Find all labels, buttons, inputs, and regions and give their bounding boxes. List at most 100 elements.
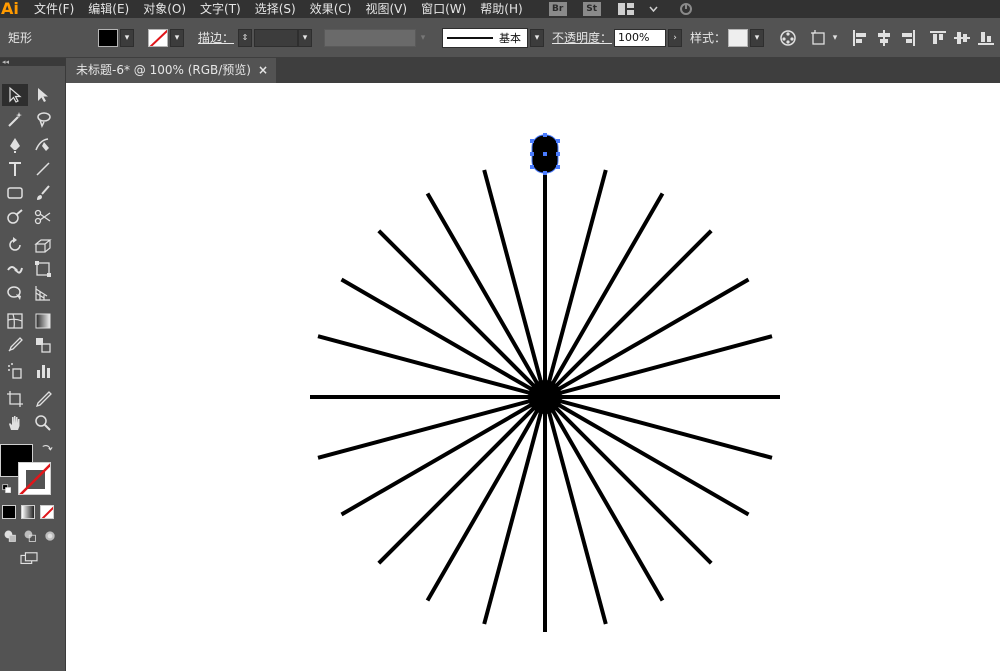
gpu-performance-icon[interactable] xyxy=(677,2,695,16)
fill-color-swatch[interactable] xyxy=(98,28,118,47)
shaper-tool-icon[interactable] xyxy=(2,206,28,228)
line-segment-tool-icon[interactable] xyxy=(30,158,56,180)
menu-select[interactable]: 选择(S) xyxy=(255,0,296,18)
stock-button[interactable]: St xyxy=(582,2,601,16)
fill-dropdown-chevron-icon[interactable]: ▾ xyxy=(120,28,134,47)
pen-tool-icon[interactable] xyxy=(2,134,28,156)
center-point-handle[interactable] xyxy=(543,152,547,156)
scissors-tool-icon[interactable] xyxy=(30,206,56,228)
hand-tool-icon[interactable] xyxy=(2,412,28,434)
burst-ray[interactable] xyxy=(482,169,547,398)
eyedropper-tool-icon[interactable] xyxy=(2,334,28,356)
burst-ray[interactable] xyxy=(317,334,546,399)
screen-mode-icon[interactable] xyxy=(16,548,42,570)
anchor-handle[interactable] xyxy=(556,152,560,156)
default-fill-stroke-icon[interactable] xyxy=(0,482,14,496)
align-right-icon[interactable] xyxy=(898,28,918,48)
variable-width-profile[interactable] xyxy=(324,28,417,47)
selection-tool-icon[interactable] xyxy=(2,84,28,106)
align-left-icon[interactable] xyxy=(850,28,870,48)
align-top-icon[interactable] xyxy=(928,28,948,48)
opacity-chevron-icon[interactable]: › xyxy=(668,28,683,47)
chevron-down-icon[interactable] xyxy=(645,2,663,16)
swap-fill-stroke-icon[interactable] xyxy=(40,442,54,456)
menu-edit[interactable]: 编辑(E) xyxy=(88,0,129,18)
symbol-sprayer-tool-icon[interactable] xyxy=(2,360,28,382)
align-horizontal-center-icon[interactable] xyxy=(874,28,894,48)
menu-effect[interactable]: 效果(C) xyxy=(310,0,352,18)
burst-ray[interactable] xyxy=(544,334,773,399)
menu-file[interactable]: 文件(F) xyxy=(34,0,74,18)
stroke-color-box[interactable] xyxy=(18,462,51,495)
burst-ray[interactable] xyxy=(543,169,608,398)
anchor-handle[interactable] xyxy=(556,165,560,169)
graphic-style-chevron-icon[interactable]: ▾ xyxy=(750,28,765,47)
zoom-tool-icon[interactable] xyxy=(30,412,56,434)
stroke-weight-chevron-icon[interactable]: ▾ xyxy=(298,28,313,47)
column-graph-tool-icon[interactable] xyxy=(30,360,56,382)
anchor-handle[interactable] xyxy=(530,139,534,143)
transform-chevron-icon[interactable]: ▾ xyxy=(830,28,840,48)
shape-builder-tool-icon[interactable] xyxy=(2,282,28,304)
lasso-tool-icon[interactable] xyxy=(30,108,56,130)
draw-inside-icon[interactable] xyxy=(40,527,60,545)
brush-definition-preview[interactable]: 基本 xyxy=(442,27,529,48)
panel-collapse-icon[interactable]: ◂◂ xyxy=(0,58,66,66)
none-mode-button[interactable] xyxy=(40,505,54,519)
anchor-handle[interactable] xyxy=(530,152,534,156)
blend-tool-icon[interactable] xyxy=(30,334,56,356)
gradient-mode-button[interactable] xyxy=(21,505,35,519)
starburst-artwork[interactable] xyxy=(66,83,1000,671)
opacity-input[interactable]: 100% xyxy=(614,28,667,47)
bridge-button[interactable]: Br xyxy=(548,2,567,16)
align-bottom-icon[interactable] xyxy=(976,28,996,48)
anchor-handle[interactable] xyxy=(543,171,547,175)
gradient-tool-icon[interactable] xyxy=(30,310,56,332)
scale-tool-icon[interactable] xyxy=(30,234,56,256)
paintbrush-tool-icon[interactable] xyxy=(30,182,56,204)
align-vertical-center-icon[interactable] xyxy=(952,28,972,48)
opacity-label[interactable]: 不透明度： xyxy=(552,29,612,46)
burst-ray[interactable] xyxy=(543,396,608,625)
anchor-handle[interactable] xyxy=(530,165,534,169)
recolor-artwork-icon[interactable] xyxy=(778,28,798,48)
anchor-handle[interactable] xyxy=(556,139,560,143)
selected-rounded-rectangle[interactable] xyxy=(530,133,560,175)
graphic-style-swatch[interactable] xyxy=(728,28,749,47)
menu-help[interactable]: 帮助(H) xyxy=(480,0,522,18)
variable-width-chevron-icon[interactable]: ▾ xyxy=(416,28,431,47)
stroke-weight-input[interactable] xyxy=(254,28,299,47)
width-tool-icon[interactable] xyxy=(2,258,28,280)
burst-ray[interactable] xyxy=(544,395,773,460)
rectangle-tool-icon[interactable] xyxy=(2,182,28,204)
draw-normal-icon[interactable] xyxy=(0,527,20,545)
free-transform-tool-icon[interactable] xyxy=(30,258,56,280)
rotate-tool-icon[interactable] xyxy=(2,234,28,256)
menu-view[interactable]: 视图(V) xyxy=(365,0,407,18)
close-icon[interactable]: × xyxy=(258,58,268,83)
menu-type[interactable]: 文字(T) xyxy=(200,0,241,18)
color-mode-button[interactable] xyxy=(2,505,16,519)
artboard-tool-icon[interactable] xyxy=(2,388,28,410)
transform-icon[interactable] xyxy=(810,28,830,48)
mesh-tool-icon[interactable] xyxy=(2,310,28,332)
type-tool-icon[interactable] xyxy=(2,158,28,180)
stroke-weight-stepper[interactable]: ⇕ xyxy=(238,28,253,47)
brush-definition-chevron-icon[interactable]: ▾ xyxy=(530,28,545,47)
menu-window[interactable]: 窗口(W) xyxy=(421,0,466,18)
direct-selection-tool-icon[interactable] xyxy=(30,84,56,106)
menu-object[interactable]: 对象(O) xyxy=(143,0,186,18)
draw-behind-icon[interactable] xyxy=(20,527,40,545)
document-tab[interactable]: 未标题-6* @ 100% (RGB/预览) × xyxy=(66,58,276,83)
magic-wand-tool-icon[interactable] xyxy=(2,108,28,130)
anchor-handle[interactable] xyxy=(543,133,547,137)
curvature-tool-icon[interactable] xyxy=(30,134,56,156)
stroke-color-swatch[interactable] xyxy=(148,28,168,47)
slice-tool-icon[interactable] xyxy=(30,388,56,410)
artboard-canvas[interactable] xyxy=(66,83,1000,671)
perspective-grid-tool-icon[interactable] xyxy=(30,282,56,304)
stroke-weight-label[interactable]: 描边： xyxy=(198,29,234,46)
workspace-layout-icon[interactable] xyxy=(617,2,635,16)
burst-ray[interactable] xyxy=(482,396,547,625)
stroke-dropdown-chevron-icon[interactable]: ▾ xyxy=(170,28,184,47)
